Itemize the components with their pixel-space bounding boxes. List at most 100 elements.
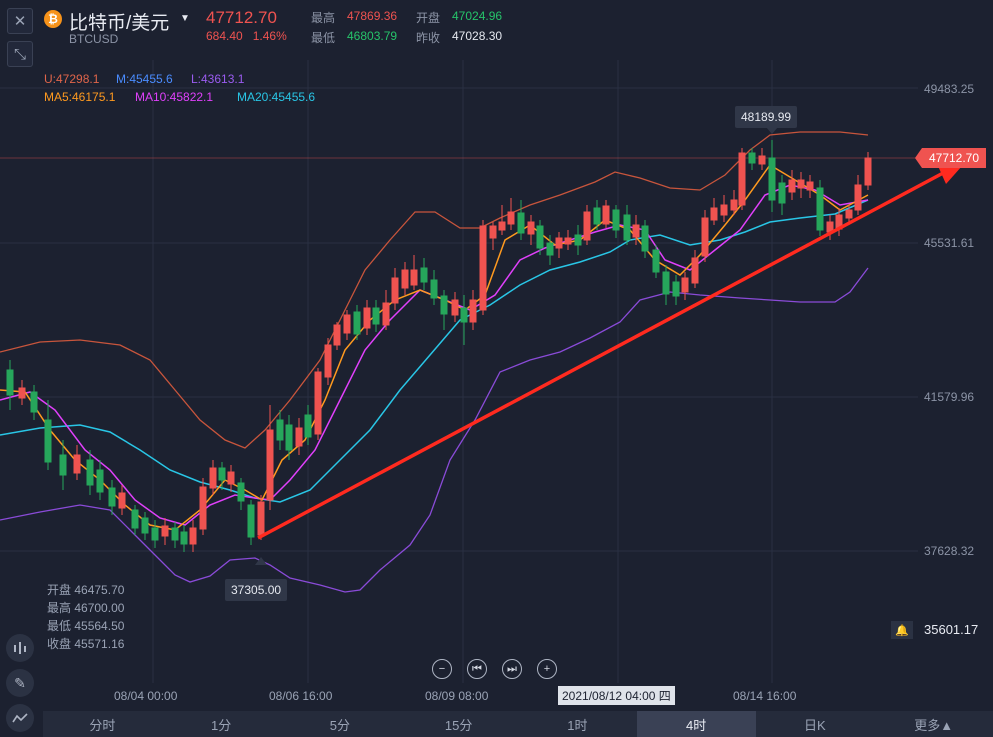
jump-start-icon[interactable]: ⏮ bbox=[467, 659, 487, 679]
candle bbox=[602, 200, 610, 228]
high-value: 47869.36 bbox=[347, 9, 398, 23]
x-axis-label: 08/14 16:00 bbox=[733, 689, 797, 703]
candle bbox=[806, 175, 814, 198]
bitcoin-logo-icon: ₿ bbox=[44, 10, 62, 28]
boll-lower-line bbox=[0, 267, 869, 593]
candle bbox=[180, 525, 188, 552]
candle bbox=[574, 225, 582, 255]
candle bbox=[353, 305, 361, 340]
candle bbox=[778, 175, 786, 215]
tab-more[interactable]: 更多▲ bbox=[874, 711, 993, 737]
tab-1hour[interactable]: 1时 bbox=[518, 711, 637, 737]
ohlc-high: 最高 46700.00 bbox=[47, 601, 125, 615]
candle bbox=[44, 400, 52, 470]
high-label: 最高 bbox=[311, 11, 336, 25]
ma10-legend: MA10:45822.1 bbox=[135, 90, 214, 104]
candle bbox=[720, 195, 728, 222]
tab-timeshare[interactable]: 分时 bbox=[43, 711, 162, 737]
candle bbox=[209, 460, 217, 495]
candle bbox=[479, 220, 487, 315]
collapse-icon[interactable]: ⤡ bbox=[7, 41, 33, 67]
candle bbox=[583, 205, 591, 245]
candle bbox=[672, 275, 680, 305]
chart-type-icon[interactable] bbox=[6, 704, 34, 732]
candle bbox=[333, 322, 341, 350]
symbol-code: BTCUSD bbox=[69, 32, 119, 46]
candle bbox=[460, 295, 468, 345]
instrument-title[interactable]: 比特币/美元 bbox=[69, 8, 169, 35]
candle bbox=[410, 255, 418, 290]
low-label: 最低 bbox=[311, 31, 336, 45]
tab-4hour[interactable]: 4时 bbox=[636, 711, 756, 737]
candle bbox=[681, 272, 689, 300]
candle bbox=[430, 270, 438, 305]
candle bbox=[141, 512, 149, 540]
candle bbox=[237, 478, 245, 510]
chevron-down-icon[interactable]: ▼ bbox=[180, 13, 190, 24]
candle bbox=[489, 222, 497, 250]
zoom-in-icon[interactable]: + bbox=[537, 659, 557, 679]
low-value: 46803.79 bbox=[347, 29, 398, 43]
candle bbox=[295, 418, 303, 455]
ohlc-close: 收盘 45571.16 bbox=[47, 637, 125, 651]
x-axis-label: 08/09 08:00 bbox=[425, 689, 489, 703]
ohlc-low: 最低 45564.50 bbox=[47, 619, 125, 633]
change-value: 684.40 bbox=[206, 29, 243, 43]
tab-5min[interactable]: 5分 bbox=[281, 711, 400, 737]
boll-lower-legend: L:43613.1 bbox=[191, 72, 245, 86]
timeframe-tabs: 分时 1分 5分 15分 1时 4时 日K 更多▲ bbox=[43, 711, 993, 737]
open-label: 开盘 bbox=[416, 11, 441, 25]
indicator-icon[interactable] bbox=[6, 634, 34, 662]
ma20-line bbox=[0, 199, 869, 503]
ma5-line bbox=[0, 164, 869, 531]
zoom-out-icon[interactable]: − bbox=[432, 659, 452, 679]
candle bbox=[257, 495, 265, 540]
candle bbox=[816, 180, 824, 236]
candle bbox=[440, 290, 448, 330]
candle bbox=[285, 415, 293, 460]
tab-15min[interactable]: 15分 bbox=[399, 711, 518, 737]
open-value: 47024.96 bbox=[452, 9, 503, 23]
candle bbox=[86, 450, 94, 495]
boll-upper-legend: U:47298.1 bbox=[44, 72, 100, 86]
tab-daily[interactable]: 日K bbox=[756, 711, 875, 737]
change-percent: 1.46% bbox=[252, 29, 287, 43]
candlestick-chart[interactable] bbox=[0, 0, 993, 737]
candle bbox=[343, 310, 351, 340]
y-axis-label: 49483.25 bbox=[924, 82, 975, 96]
x-axis-label: 08/04 00:00 bbox=[114, 689, 178, 703]
alert-bell-icon[interactable]: 🔔 bbox=[891, 621, 913, 639]
candle bbox=[788, 170, 796, 200]
close-icon[interactable]: ✕ bbox=[7, 8, 33, 34]
candle bbox=[748, 148, 756, 170]
candle bbox=[18, 380, 26, 405]
candle bbox=[247, 500, 255, 545]
ma5-legend: MA5:46175.1 bbox=[44, 90, 116, 104]
jump-end-icon[interactable]: ⏭ bbox=[502, 659, 522, 679]
draw-pen-icon[interactable]: ✎ bbox=[6, 669, 34, 697]
candle bbox=[738, 148, 746, 210]
candle bbox=[527, 215, 535, 245]
candle bbox=[623, 205, 631, 245]
max-callout-pointer bbox=[766, 127, 778, 134]
tab-1min[interactable]: 1分 bbox=[162, 711, 281, 737]
prev-close-value: 47028.30 bbox=[452, 29, 503, 43]
candle bbox=[372, 300, 380, 332]
candle bbox=[641, 220, 649, 258]
candle bbox=[864, 152, 872, 190]
candle bbox=[507, 198, 515, 230]
candle bbox=[517, 200, 525, 240]
candle bbox=[691, 250, 699, 288]
candle bbox=[363, 300, 371, 335]
crosshair-time-label: 2021/08/12 04:00 四 bbox=[558, 686, 675, 705]
candle bbox=[324, 338, 332, 385]
y-axis-label: 37628.32 bbox=[924, 544, 975, 558]
candle bbox=[199, 478, 207, 535]
y-axis-label: 41579.96 bbox=[924, 390, 975, 404]
candle bbox=[469, 290, 477, 330]
candle bbox=[701, 210, 709, 262]
current-price-tag: 47712.70 bbox=[915, 148, 986, 168]
y-axis-label: 45531.61 bbox=[924, 236, 975, 250]
candle bbox=[401, 262, 409, 295]
lowest-price-label: 35601.17 bbox=[924, 622, 979, 637]
